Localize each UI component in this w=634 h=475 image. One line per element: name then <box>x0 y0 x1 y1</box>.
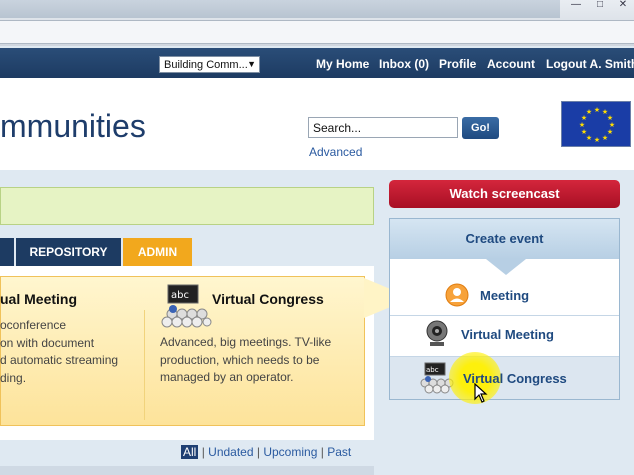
card-text-line: production, which needs to be <box>160 352 320 367</box>
svg-text:★: ★ <box>594 106 600 114</box>
close-icon[interactable]: ✕ <box>613 0 633 12</box>
filter-past[interactable]: Past <box>327 445 351 459</box>
svg-text:★: ★ <box>579 121 585 129</box>
virtual-meeting-card-title: ual Meeting <box>0 291 78 307</box>
community-select-value: Building Comm... <box>164 59 248 71</box>
filter-upcoming[interactable]: Upcoming <box>263 445 317 459</box>
create-meeting-item[interactable]: Meeting <box>480 288 529 303</box>
svg-text:★: ★ <box>586 108 592 116</box>
minimize-icon[interactable]: — <box>566 0 586 12</box>
card-text-line: Advanced, big meetings. TV-like <box>160 335 332 349</box>
filter-separator: | <box>201 445 205 459</box>
tab-admin[interactable]: ADMIN <box>123 238 192 266</box>
person-icon <box>445 283 469 312</box>
eu-stars-icon: ★ ★★ ★★★ ★★★ ★★★ <box>579 106 615 144</box>
callout-divider <box>144 310 145 420</box>
my-home-link[interactable]: My Home <box>316 56 369 72</box>
eu-flag-logo: ★ ★ ★ ★ ★ ★ ★ ★ ★ ★ ★ ★ <box>561 101 631 147</box>
logout-link[interactable]: Logout A. Smith <box>546 56 634 72</box>
virtual-meeting-card-text: oconference on with document d automatic… <box>0 317 118 387</box>
watch-screencast-button[interactable]: Watch screencast <box>389 180 620 208</box>
inbox-link[interactable]: Inbox (0) <box>379 56 429 72</box>
card-text-line: d automatic streaming <box>0 353 119 367</box>
virtual-congress-card-text: Advanced, big meetings. TV-like producti… <box>160 334 331 387</box>
advanced-search-link[interactable]: Advanced <box>309 145 362 159</box>
svg-text:★: ★ <box>602 134 608 142</box>
tab-repository[interactable]: REPOSITORY <box>16 238 121 266</box>
maximize-icon[interactable]: □ <box>590 0 610 12</box>
virtual-congress-card-title: Virtual Congress <box>212 291 324 307</box>
tab-previous[interactable] <box>0 238 14 266</box>
go-button[interactable]: Go! <box>462 117 499 139</box>
search-input[interactable] <box>308 117 458 138</box>
create-event-pointer <box>486 259 526 275</box>
card-text-line: on with document <box>0 335 95 350</box>
address-bar[interactable] <box>0 20 634 44</box>
profile-link[interactable]: Profile <box>439 56 476 72</box>
list-header-strip <box>0 466 374 475</box>
filter-all[interactable]: All <box>181 445 199 459</box>
svg-text:★: ★ <box>594 136 600 144</box>
create-virtual-meeting-item[interactable]: Virtual Meeting <box>461 327 554 342</box>
divider <box>390 315 619 316</box>
svg-text:abc: abc <box>426 366 439 374</box>
notice-box <box>0 187 374 225</box>
account-link[interactable]: Account <box>487 56 535 72</box>
browser-chrome: — □ ✕ <box>0 0 634 46</box>
filter-separator: | <box>256 445 260 459</box>
filter-separator: | <box>320 445 324 459</box>
chevron-down-icon: ▼ <box>247 59 256 69</box>
create-event-header: Create event <box>390 219 619 259</box>
svg-text:★: ★ <box>581 128 587 136</box>
card-text-line: oconference <box>0 318 67 332</box>
card-text-line: managed by an operator. <box>160 370 294 384</box>
card-text-line: ding. <box>0 370 27 385</box>
filter-undated[interactable]: Undated <box>208 445 253 459</box>
event-filter-bar: All | Undated | Upcoming | Past <box>181 445 351 459</box>
mouse-cursor-icon <box>473 382 489 408</box>
browser-tab-strip <box>0 0 560 18</box>
congress-icon: abc <box>158 284 212 335</box>
page-title: mmunities <box>0 108 146 144</box>
svg-text:abc: abc <box>171 290 189 301</box>
community-select[interactable]: Building Comm... ▼ <box>159 56 260 73</box>
webcam-icon <box>425 320 449 353</box>
